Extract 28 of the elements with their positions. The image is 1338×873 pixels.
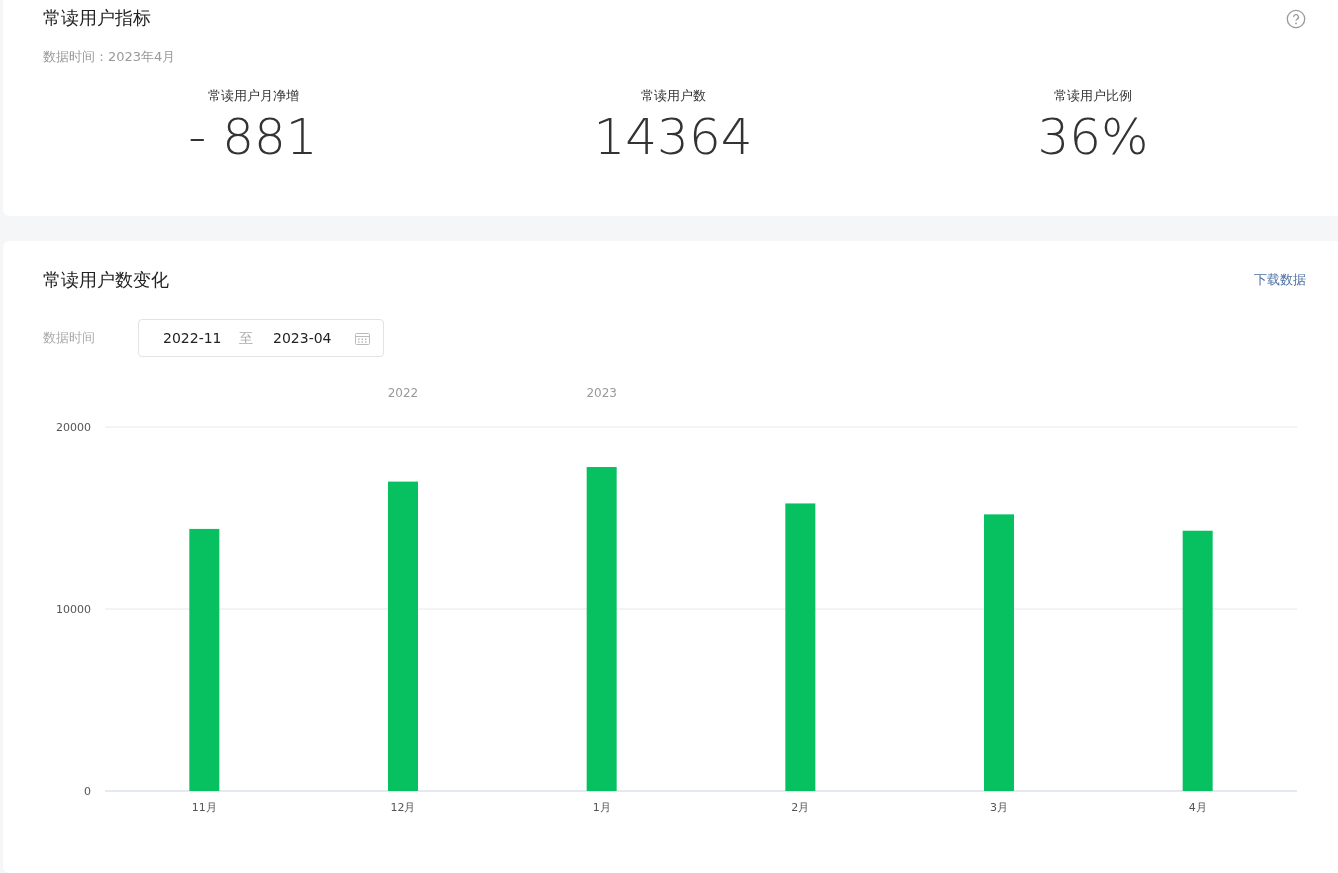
metric-label: 常读用户月净增 xyxy=(207,86,299,105)
x-axis-label: 12月 xyxy=(390,801,416,814)
metric-value: 14364 xyxy=(593,106,753,167)
date-value: 2023-04 xyxy=(273,328,333,348)
range-separator: 至 xyxy=(239,328,253,348)
x-axis-label: 11月 xyxy=(191,801,217,814)
calendar-icon xyxy=(355,331,370,345)
y-axis-label: 0 xyxy=(84,785,91,798)
x-axis-label: 4月 xyxy=(1188,801,1207,814)
year-label: 2022 xyxy=(387,386,419,400)
filter-label: 数据时间 xyxy=(43,329,96,348)
x-axis-label: 3月 xyxy=(990,801,1008,814)
year-label: 2023 xyxy=(586,386,617,400)
data-time-text: 数据时间：2023年4月 xyxy=(43,48,177,66)
date-range-field[interactable]: 2022-11 至 2023-04 xyxy=(138,319,384,357)
x-axis-label: 1月 xyxy=(592,801,611,814)
metric-label: 常读用户比例 xyxy=(1054,86,1132,105)
metric-label: 常读用户数 xyxy=(640,86,706,105)
help-icon[interactable] xyxy=(1286,9,1306,29)
date-value: 2022-11 xyxy=(163,328,223,348)
download-data-link[interactable]: 下载数据 xyxy=(1254,270,1306,290)
section-title: 常读用户指标 xyxy=(43,6,151,30)
x-axis-label: 2月 xyxy=(791,801,810,814)
metric-value: 36% xyxy=(1037,106,1149,167)
y-axis-label: 20000 xyxy=(56,421,91,434)
y-axis-label: 10000 xyxy=(56,603,91,616)
section-title: 常读用户数变化 xyxy=(43,268,169,292)
metric-value: - 881 xyxy=(188,106,318,167)
